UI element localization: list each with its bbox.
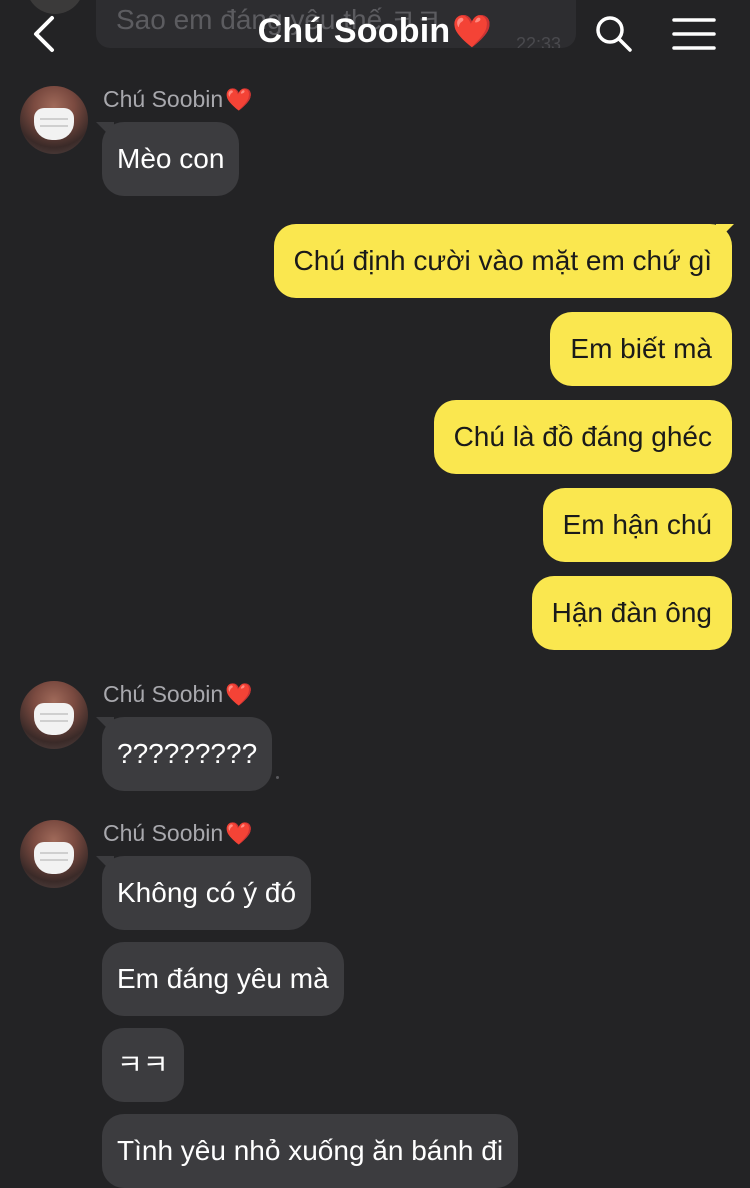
sender-name: Chú Soobin❤️	[103, 86, 253, 112]
heart-icon: ❤️	[452, 13, 493, 49]
chat-title: Chú Soobin❤️	[0, 12, 750, 51]
outgoing-message-bubble[interactable]: Chú là đồ đáng ghéc	[433, 400, 732, 474]
incoming-message-bubble[interactable]: Không có ý đó	[102, 856, 312, 930]
incoming-message-bubble[interactable]: ?????????	[102, 717, 273, 791]
outgoing-message-bubble[interactable]: Chú định cười vào mặt em chứ gì	[273, 224, 732, 298]
incoming-message-bubble[interactable]: ㅋㅋ	[102, 1028, 184, 1102]
chat-header: Sao em đáng yêu thế ㅋㅋ 22:33 Chú Soobin❤…	[0, 0, 750, 70]
read-indicator-dot	[276, 776, 279, 779]
outgoing-message-bubble[interactable]: Em hận chú	[542, 488, 732, 562]
search-icon[interactable]	[594, 14, 634, 54]
heart-icon: ❤️	[225, 821, 253, 846]
sender-name: Chú Soobin❤️	[103, 681, 253, 707]
avatar[interactable]	[20, 681, 88, 749]
sender-name: Chú Soobin❤️	[103, 820, 253, 846]
incoming-message-bubble[interactable]: Tình yêu nhỏ xuống ăn bánh đi	[102, 1114, 519, 1188]
heart-icon: ❤️	[225, 682, 253, 707]
outgoing-message-bubble[interactable]: Em biết mà	[550, 312, 732, 386]
incoming-message-bubble[interactable]: Em đáng yêu mà	[102, 942, 344, 1016]
avatar[interactable]	[20, 820, 88, 888]
avatar[interactable]	[20, 86, 88, 154]
chat-title-name: Chú Soobin	[257, 12, 451, 50]
outgoing-message-bubble[interactable]: Hận đàn ông	[531, 576, 732, 650]
menu-icon[interactable]	[672, 16, 716, 52]
heart-icon: ❤️	[225, 87, 253, 112]
incoming-message-bubble[interactable]: Mèo con	[102, 122, 240, 196]
